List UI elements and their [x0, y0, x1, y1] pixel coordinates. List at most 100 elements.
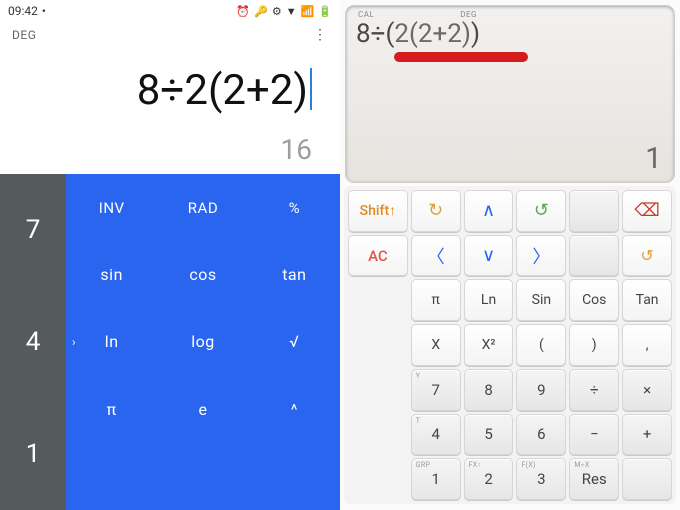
expression-text: 8÷2(2+2) [137, 66, 308, 115]
digit-1-button-label: 1 [432, 470, 440, 488]
blank-button [569, 190, 619, 232]
result-display: 16 [0, 115, 340, 174]
multiply-button[interactable]: × [622, 369, 672, 411]
e-button[interactable]: e [157, 376, 248, 443]
signal-icon: 📶 [301, 5, 315, 18]
all-clear-button[interactable]: AC [348, 235, 408, 277]
cursor-icon [310, 68, 312, 110]
undo-button-label: ↻ [428, 200, 443, 221]
digit-8-button[interactable]: 8 [464, 369, 514, 411]
sin-button[interactable]: Sin [516, 279, 566, 321]
display-tags: CAL DEG [356, 10, 664, 19]
digit-7-button-small-label: Y [416, 372, 421, 380]
res-button[interactable]: M÷XRes [569, 458, 619, 500]
cos-button[interactable]: cos [157, 241, 248, 308]
pi-button[interactable]: π [411, 279, 461, 321]
tan-button-label: Tan [636, 292, 659, 308]
digit-4-button[interactable]: 4 [0, 286, 66, 398]
settings-status-icon: ⚙ [272, 5, 282, 18]
shift-button[interactable]: Shift↑ [348, 190, 408, 232]
keypad: 7 4 1 › INV RAD % sin cos tan ln log √ π… [0, 174, 340, 510]
rad-button[interactable]: RAD [157, 174, 248, 241]
ln-button[interactable]: Ln [464, 279, 514, 321]
open-paren-button[interactable]: ( [516, 324, 566, 366]
nav-up-button[interactable]: ∧ [464, 190, 514, 232]
fn-blank-3 [249, 443, 340, 510]
digit-7-button-label: 7 [432, 381, 440, 399]
result-display: 1 [645, 141, 662, 176]
percent-button[interactable]: % [249, 174, 340, 241]
digit-2-button-label: 2 [484, 470, 492, 488]
expression-display: 8÷(2(2+2)) [356, 19, 664, 49]
digit-2-button[interactable]: FX↑2 [464, 458, 514, 500]
digit-1-button[interactable]: 1 [0, 398, 66, 510]
res-button-label: Res [582, 470, 607, 488]
pi-button[interactable]: π [66, 376, 157, 443]
redo-button-label: ↺ [534, 200, 549, 221]
close-paren-button[interactable]: ) [569, 324, 619, 366]
digit-4-button-small-label: T [416, 417, 420, 425]
digit-1-button[interactable]: GRP1 [411, 458, 461, 500]
x-var-button-label: X [431, 337, 440, 353]
digit-9-button[interactable]: 9 [516, 369, 566, 411]
alarm-icon: ⏰ [236, 5, 250, 18]
overflow-menu-icon[interactable]: ⋮ [312, 28, 328, 42]
fn-blank-1 [66, 443, 157, 510]
blank-button-2 [569, 235, 619, 277]
nav-left-button-label: 〈 [427, 243, 445, 269]
shift-button-label: Shift↑ [360, 202, 396, 219]
divide-button[interactable]: ÷ [569, 369, 619, 411]
nav-right-button[interactable]: 〉 [516, 235, 566, 277]
inv-button[interactable]: INV [66, 174, 157, 241]
secondary-calculator: CAL DEG 8÷(2(2+2)) 1 Shift↑ ↻ ∧ ↺ ⌫ AC 〈 ∨〉 ↺ π Ln… [340, 0, 680, 510]
expression-display: 8÷2(2+2) [0, 48, 340, 115]
digit-4-button-label: 4 [432, 425, 440, 443]
power-button[interactable]: ^ [249, 376, 340, 443]
x-var-button[interactable]: X [411, 324, 461, 366]
sqrt-button[interactable]: √ [249, 308, 340, 375]
history-button-label: ↺ [640, 246, 653, 265]
comma-button-label: , [646, 337, 649, 353]
underline-annotation [394, 52, 528, 62]
digit-3-button[interactable]: F(X)3 [516, 458, 566, 500]
digit-6-button[interactable]: 6 [516, 414, 566, 456]
plus-button-label: + [643, 425, 652, 443]
digit-1-button-small-label: GRP [416, 461, 430, 469]
digit-3-button-small-label: F(X) [521, 461, 535, 469]
x-squared-button-label: X² [482, 337, 496, 353]
tan-button[interactable]: tan [249, 241, 340, 308]
multiply-button-label: × [643, 381, 651, 399]
sin-button[interactable]: sin [66, 241, 157, 308]
comma-button[interactable]: , [622, 324, 672, 366]
deg-tag: DEG [460, 10, 477, 19]
minus-button-label: − [590, 425, 599, 443]
ln-button-label: Ln [481, 292, 496, 308]
digit-3-button-label: 3 [537, 470, 545, 488]
digit-4-button[interactable]: T4 [411, 414, 461, 456]
tan-button[interactable]: Tan [622, 279, 672, 321]
close-paren-button-label: ) [592, 337, 597, 353]
digit-7-button[interactable]: Y7 [411, 369, 461, 411]
minus-button[interactable]: − [569, 414, 619, 456]
history-button[interactable]: ↺ [622, 235, 672, 277]
cal-tag: CAL [358, 10, 374, 19]
digit-7-button[interactable]: 7 [0, 174, 66, 286]
fn-blank-2 [157, 443, 248, 510]
keypad: Shift↑↻∧↺⌫AC〈∨〉↺πLnSinCosTanXX²(),Y789÷×… [344, 186, 676, 504]
digit-8-button-label: 8 [484, 381, 492, 399]
digit-5-button-label: 5 [484, 425, 492, 443]
cos-button[interactable]: Cos [569, 279, 619, 321]
undo-button[interactable]: ↻ [411, 190, 461, 232]
nav-down-button[interactable]: ∨ [464, 235, 514, 277]
redo-button[interactable]: ↺ [516, 190, 566, 232]
log-button[interactable]: log [157, 308, 248, 375]
x-squared-button[interactable]: X² [464, 324, 514, 366]
backspace-button-label: ⌫ [634, 200, 659, 221]
nav-up-button-label: ∧ [482, 200, 495, 221]
angle-mode-indicator[interactable]: DEG [12, 28, 36, 42]
nav-left-button[interactable]: 〈 [411, 235, 461, 277]
backspace-button[interactable]: ⌫ [622, 190, 672, 232]
ln-button[interactable]: ln [66, 308, 157, 375]
plus-button[interactable]: + [622, 414, 672, 456]
digit-5-button[interactable]: 5 [464, 414, 514, 456]
